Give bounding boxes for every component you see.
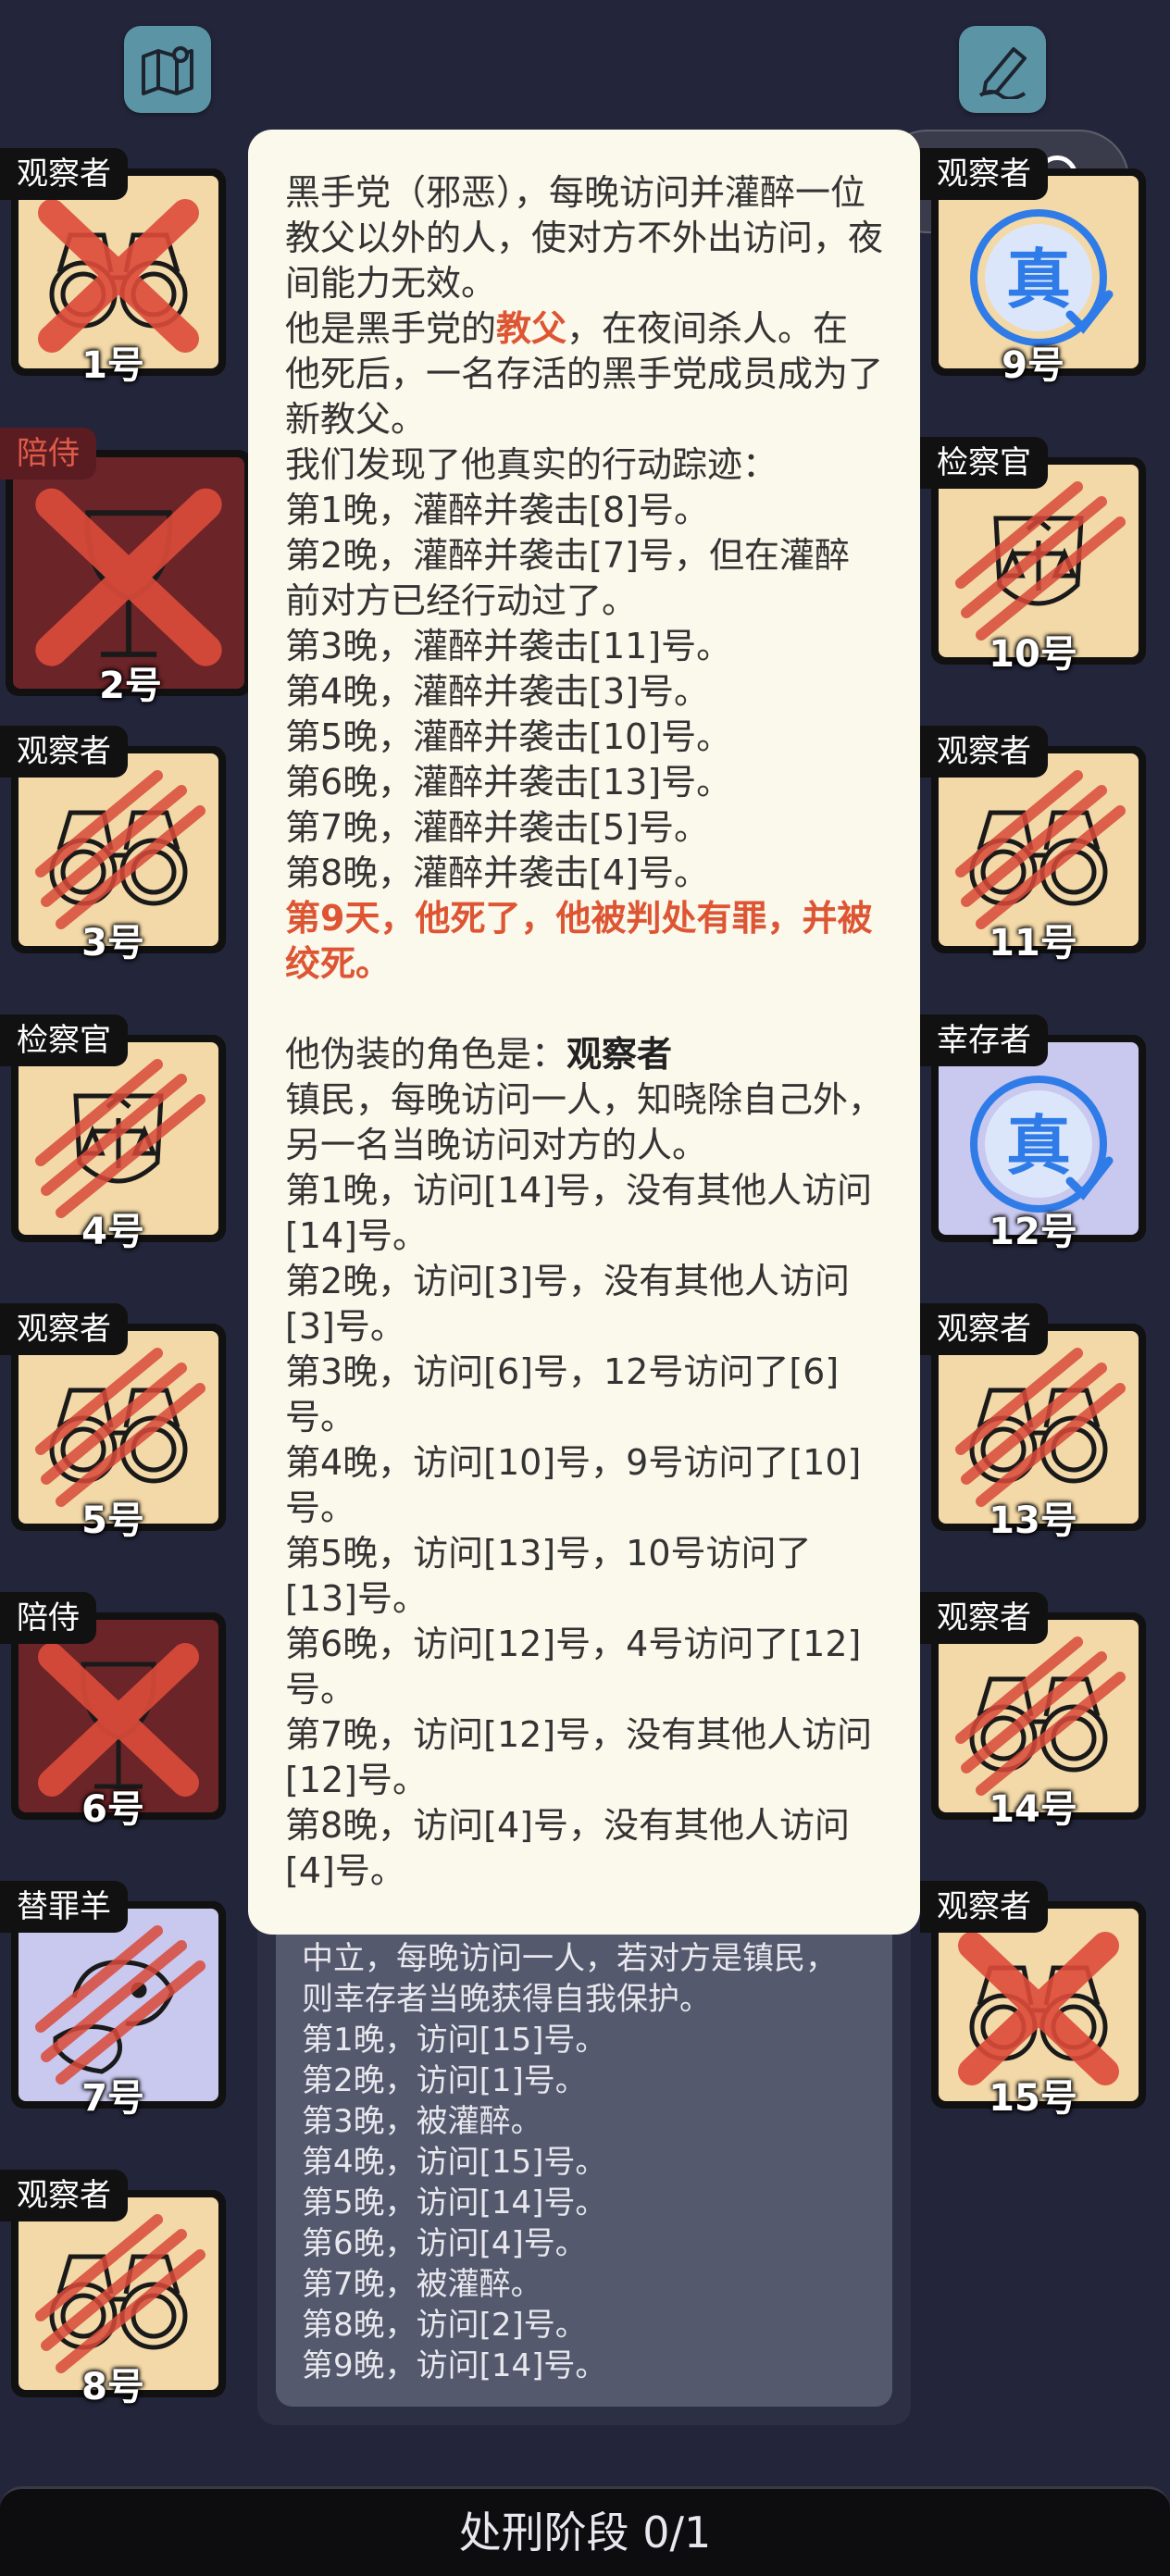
player-role-label: 陪侍 — [0, 1592, 96, 1644]
player-role-label: 检察官 — [0, 1014, 128, 1066]
player-number: 2号 — [99, 665, 162, 707]
survivor-role-desc: 中立，每晚访问一人，若对方是镇民，则幸存者当晚获得自我保护。 — [302, 1940, 837, 2018]
player-card[interactable]: 观察者 13号 — [920, 1303, 1146, 1542]
survivor-action-line: 第5晚，访问[14]号。 — [302, 2184, 607, 2221]
player-card[interactable]: 检察官 4号 — [0, 1014, 226, 1253]
real-action-line: 第2晚，灌醉并袭击[7]号，但在灌醉前对方已经行动过了。 — [285, 535, 851, 621]
execution-phase-bar: 处刑阶段 0/1 — [0, 2486, 1170, 2576]
player-role-label: 替罪羊 — [0, 1881, 128, 1933]
fake-action-line: 第7晚，访问[12]号，没有其他人访问[12]号。 — [285, 1714, 873, 1800]
player-role-label: 观察者 — [920, 1303, 1048, 1355]
player-card[interactable]: 观察者 8号 — [0, 2170, 226, 2408]
player-role-label: 观察者 — [920, 1881, 1048, 1933]
player-card[interactable]: 观察者 5号 — [0, 1303, 226, 1542]
player-card[interactable]: 观察者 11号 — [920, 726, 1146, 964]
fake-action-line: 第1晚，访问[14]号，没有其他人访问[14]号。 — [285, 1170, 873, 1256]
player-card[interactable]: 陪侍 6号 — [0, 1592, 226, 1831]
player-card[interactable]: 真 幸存者 12号 — [920, 1014, 1146, 1253]
real-action-line: 第1晚，灌醉并袭击[8]号。 — [285, 490, 710, 530]
player-role-label: 检察官 — [920, 437, 1048, 489]
trace-title: 我们发现了他真实的行动踪迹： — [285, 444, 778, 485]
player-number: 1号 — [81, 344, 144, 387]
player-role-label: 观察者 — [0, 148, 128, 200]
player-number: 11号 — [989, 922, 1077, 964]
disguise-desc: 镇民，每晚访问一人，知晓除自己外，另一名当晚访问对方的人。 — [285, 1079, 884, 1165]
fake-action-line: 第8晚，访问[4]号，没有其他人访问[4]号。 — [285, 1805, 851, 1891]
real-action-line: 第6晚，灌醉并袭击[13]号。 — [285, 762, 732, 803]
player-number: 13号 — [989, 1500, 1077, 1542]
map-icon[interactable] — [124, 26, 211, 113]
fake-action-line: 第2晚，访问[3]号，没有其他人访问[3]号。 — [285, 1261, 851, 1347]
disguise-line: 他伪装的角色是：观察者 — [285, 1034, 673, 1075]
svg-text:真: 真 — [1006, 242, 1071, 317]
survivor-action-line: 第8晚，访问[2]号。 — [302, 2307, 587, 2344]
role-detail-popup[interactable]: 黑手党（邪恶），每晚访问并灌醉一位教父以外的人，使对方不外出访问，夜间能力无效。… — [248, 130, 920, 1935]
fake-action-line: 第3晚，访问[6]号，12号访问了[6]号。 — [285, 1351, 840, 1437]
player-role-label: 观察者 — [920, 726, 1048, 778]
survivor-action-line: 第9晚，访问[14]号。 — [302, 2347, 607, 2384]
player-role-label: 观察者 — [0, 1303, 128, 1355]
player-number: 3号 — [81, 922, 144, 964]
player-card[interactable]: 观察者 15号 — [920, 1881, 1146, 2120]
player-number: 12号 — [989, 1211, 1077, 1253]
player-card[interactable]: 真 观察者 9号 — [920, 148, 1146, 387]
real-action-line: 第7晚，灌醉并袭击[5]号。 — [285, 807, 710, 848]
real-action-line: 第3晚，灌醉并袭击[11]号。 — [285, 626, 732, 666]
mafia-role-desc: 黑手党（邪恶），每晚访问并灌醉一位教父以外的人，使对方不外出访问，夜间能力无效。 — [285, 172, 884, 304]
player-number: 7号 — [81, 2077, 144, 2120]
player-role-label: 观察者 — [920, 1592, 1048, 1644]
player-card[interactable]: 观察者 3号 — [0, 726, 226, 964]
svg-text:真: 真 — [1006, 1108, 1071, 1184]
player-number: 14号 — [989, 1788, 1077, 1831]
survivor-action-line: 第6晚，访问[4]号。 — [302, 2225, 587, 2262]
player-role-label: 观察者 — [0, 726, 128, 778]
godfather-role-name: 教父 — [496, 308, 567, 349]
survivor-detail-panel: 中立，每晚访问一人，若对方是镇民，则幸存者当晚获得自我保护。 第1晚，访问[15… — [257, 1907, 911, 2425]
player-number: 10号 — [989, 633, 1077, 676]
player-role-label: 幸存者 — [920, 1014, 1048, 1066]
pen-edit-icon[interactable] — [959, 26, 1046, 113]
player-card[interactable]: 陪侍 2号 — [0, 428, 261, 707]
death-note: 第9天，他死了，他被判处有罪，并被绞死。 — [285, 898, 873, 984]
real-action-line: 第4晚，灌醉并袭击[3]号。 — [285, 671, 710, 712]
fake-action-line: 第4晚，访问[10]号，9号访问了[10]号。 — [285, 1442, 862, 1528]
player-card[interactable]: 观察者 14号 — [920, 1592, 1146, 1831]
player-number: 15号 — [989, 2077, 1077, 2120]
player-number: 6号 — [81, 1788, 144, 1831]
player-number: 9号 — [1002, 344, 1064, 387]
player-role-label: 观察者 — [0, 2170, 128, 2221]
player-number: 4号 — [81, 1211, 144, 1253]
survivor-action-line: 第3晚，被灌醉。 — [302, 2103, 542, 2140]
survivor-action-line: 第1晚，访问[15]号。 — [302, 2022, 607, 2059]
fake-action-line: 第6晚，访问[12]号，4号访问了[12]号。 — [285, 1624, 862, 1710]
player-card[interactable]: 替罪羊 7号 — [0, 1881, 226, 2120]
player-card[interactable]: 检察官 10号 — [920, 437, 1146, 676]
player-number: 8号 — [81, 2366, 144, 2408]
real-action-line: 第5晚，灌醉并袭击[10]号。 — [285, 716, 732, 757]
survivor-action-line: 第4晚，访问[15]号。 — [302, 2144, 607, 2181]
real-action-line: 第8晚，灌醉并袭击[4]号。 — [285, 852, 710, 893]
fake-action-line: 第5晚，访问[13]号，10号访问了[13]号。 — [285, 1533, 812, 1619]
player-number: 5号 — [81, 1500, 144, 1542]
survivor-action-line: 第2晚，访问[1]号。 — [302, 2062, 587, 2099]
player-role-label: 陪侍 — [0, 428, 96, 479]
player-role-label: 观察者 — [920, 148, 1048, 200]
execution-phase-label: 处刑阶段 0/1 — [458, 2508, 712, 2557]
wine-portrait-icon — [35, 488, 222, 666]
disguise-role: 观察者 — [566, 1034, 673, 1075]
godfather-intro: 他是黑手党的教父，在夜间杀人。在他死后，一名存活的黑手党成员成为了新教父。 — [285, 308, 884, 440]
survivor-action-line: 第7晚，被灌醉。 — [302, 2266, 542, 2303]
player-card[interactable]: 观察者 1号 — [0, 148, 226, 387]
